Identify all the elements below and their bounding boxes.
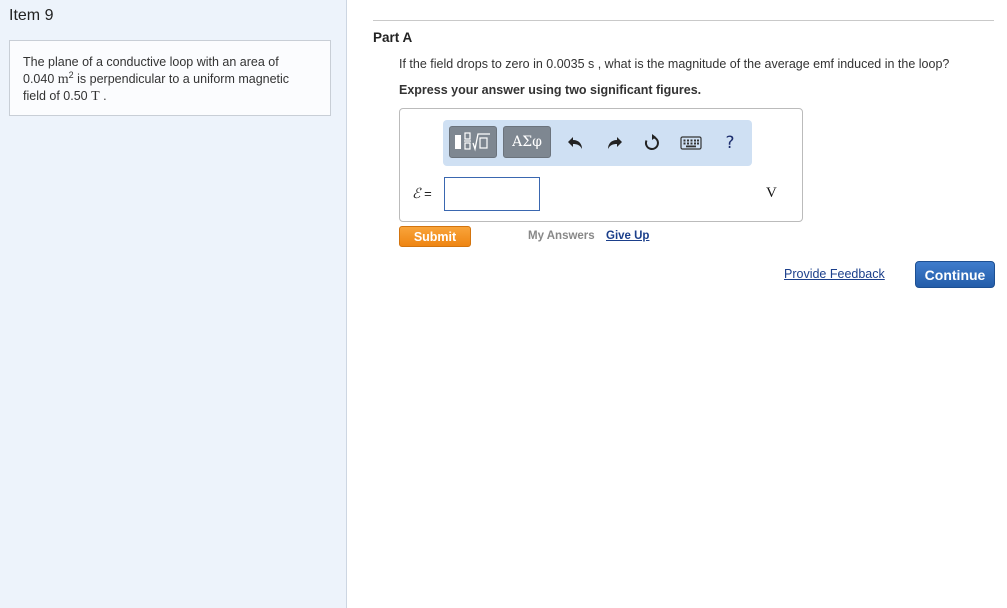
answer-unit: V: [766, 185, 777, 201]
submit-button[interactable]: Submit: [399, 226, 471, 247]
field-unit: T: [91, 89, 100, 104]
undo-icon[interactable]: [563, 130, 589, 156]
equals-sign: =: [420, 186, 432, 201]
left-pane: Item 9 The plane of a conductive loop wi…: [0, 0, 347, 608]
answer-variable-label: ℰ =: [412, 186, 432, 202]
question-text: If the field drops to zero in 0.0035 s ,…: [399, 57, 950, 71]
redo-icon[interactable]: [601, 130, 627, 156]
keyboard-icon[interactable]: [678, 130, 704, 156]
templates-button[interactable]: [449, 126, 497, 158]
continue-button[interactable]: Continue: [915, 261, 995, 288]
item-title: Item 9: [9, 7, 54, 24]
problem-statement: The plane of a conductive loop with an a…: [9, 40, 331, 116]
answer-input[interactable]: [444, 177, 540, 211]
greek-symbols-button[interactable]: ΑΣφ: [503, 126, 551, 158]
problem-line-3-end: .: [99, 89, 107, 103]
problem-line-1: The plane of a conductive loop with an a…: [23, 55, 279, 69]
area-value: 0.040: [23, 72, 55, 86]
help-icon[interactable]: ?: [717, 130, 743, 156]
right-pane: Part A If the field drops to zero in 0.0…: [347, 0, 1007, 608]
provide-feedback-link[interactable]: Provide Feedback: [784, 267, 885, 281]
part-divider: [373, 20, 994, 21]
part-label[interactable]: Part A: [373, 30, 412, 45]
area-unit: m: [57, 72, 69, 87]
my-answers-label: My Answers: [528, 230, 595, 242]
problem-line-2: is perpendicular to a uniform magnetic: [73, 72, 290, 86]
reset-icon[interactable]: [639, 130, 665, 156]
templates-icon: [455, 132, 490, 152]
problem-line-3: field of 0.50: [23, 89, 92, 103]
answer-box: ΑΣφ ? ℰ = V: [399, 108, 803, 222]
math-toolbar: ΑΣφ ?: [443, 120, 752, 166]
give-up-link[interactable]: Give Up: [606, 230, 649, 242]
instruction-text: Express your answer using two significan…: [399, 83, 702, 97]
